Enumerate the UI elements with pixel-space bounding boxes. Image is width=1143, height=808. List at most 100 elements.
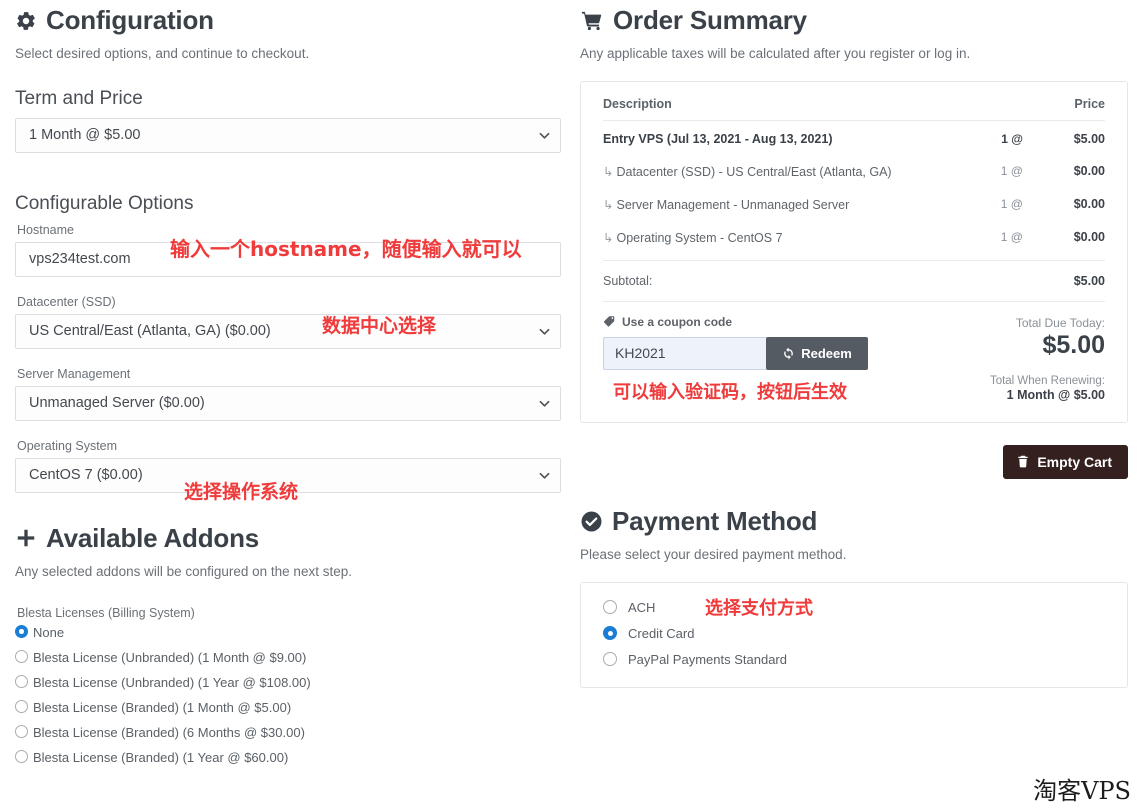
item-qty: 1 @ <box>1001 131 1023 146</box>
item-price: $0.00 <box>1073 196 1105 211</box>
redeem-button-label: Redeem <box>801 345 852 361</box>
table-row: ↳ Datacenter (SSD) - US Central/East (Atl… <box>603 155 1105 188</box>
subtotal-row: Subtotal: $5.00 <box>603 259 1105 301</box>
addon-option-label: Blesta License (Branded) (6 Months @ $30… <box>33 724 305 740</box>
trash-icon <box>1018 456 1028 468</box>
configuration-title: Configuration <box>46 5 214 35</box>
item-description-text: Operating System - CentOS 7 <box>616 230 783 245</box>
payment-option-label: PayPal Payments Standard <box>628 651 787 667</box>
plus-icon <box>15 527 37 549</box>
configuration-column: Configuration Select desired options, an… <box>15 0 561 775</box>
term-and-price-value: 1 Month @ $5.00 <box>15 117 561 153</box>
coupon-left: Use a coupon code KH2021 Redeem <box>603 315 903 402</box>
datacenter-value: US Central/East (Atlanta, GA) ($0.00) <box>15 313 561 349</box>
refresh-icon <box>784 347 794 360</box>
addon-option[interactable]: Blesta License (Branded) (6 Months @ $30… <box>15 724 561 740</box>
item-price: $5.00 <box>1073 131 1105 146</box>
item-description: ↳ Operating System - CentOS 7 <box>603 221 981 254</box>
server-management-label: Server Management <box>17 366 131 381</box>
payment-option-label: ACH <box>628 599 656 615</box>
tag-icon <box>603 315 616 328</box>
table-row: ↳ Server Management - Unmanaged Server 1 … <box>603 188 1105 221</box>
totals-block: Total Due Today: $5.00 Total When Renewi… <box>990 315 1105 402</box>
addon-option-label: Blesta License (Unbranded) (1 Year @ $10… <box>33 674 311 690</box>
payment-option-credit-card[interactable]: Credit Card <box>603 626 1105 641</box>
empty-cart-button[interactable]: Empty Cart <box>1003 444 1128 479</box>
total-when-renewing-value: 1 Month @ $5.00 <box>1006 387 1105 402</box>
server-management-select[interactable]: Unmanaged Server ($0.00) <box>15 385 561 421</box>
payment-option-paypal[interactable]: PayPal Payments Standard <box>603 652 1105 667</box>
column-header-qty <box>981 81 1035 121</box>
radio-icon[interactable] <box>15 649 28 663</box>
addon-option[interactable]: Blesta License (Unbranded) (1 Year @ $10… <box>15 674 561 690</box>
operating-system-select[interactable]: CentOS 7 ($0.00) <box>15 457 561 493</box>
sub-item-arrow-icon: ↳ <box>603 230 614 245</box>
order-configuration-page: Configuration Select desired options, an… <box>0 0 1143 808</box>
addon-option[interactable]: None <box>15 624 561 640</box>
radio-icon[interactable] <box>603 652 617 667</box>
radio-icon[interactable] <box>603 600 617 615</box>
item-description: Entry VPS (Jul 13, 2021 - Aug 13, 2021) <box>603 131 833 146</box>
empty-cart-label: Empty Cart <box>1037 453 1112 470</box>
radio-icon[interactable] <box>15 699 28 713</box>
addon-option-label: Blesta License (Unbranded) (1 Month @ $9… <box>33 649 307 665</box>
column-header-price: Price <box>1035 81 1105 121</box>
watermark: 淘客VPS <box>1033 777 1131 805</box>
gear-icon <box>15 10 37 32</box>
empty-cart-row: Empty Cart <box>580 444 1128 479</box>
available-addons-heading: Available Addons <box>15 518 561 554</box>
configuration-heading: Configuration <box>15 0 561 36</box>
payment-method-title: Payment Method <box>612 505 818 536</box>
configurable-options-heading: Configurable Options <box>15 192 194 214</box>
item-qty: 1 @ <box>1000 196 1023 211</box>
addon-option[interactable]: Blesta License (Unbranded) (1 Month @ $9… <box>15 649 561 665</box>
item-description-text: Server Management - Unmanaged Server <box>616 197 850 212</box>
available-addons-title: Available Addons <box>46 522 260 553</box>
payment-method-heading: Payment Method <box>580 501 1128 537</box>
addon-option-label: None <box>33 624 65 640</box>
operating-system-label: Operating System <box>17 438 118 453</box>
operating-system-value: CentOS 7 ($0.00) <box>15 457 561 493</box>
radio-icon[interactable] <box>15 749 28 763</box>
datacenter-label: Datacenter (SSD) <box>17 294 116 309</box>
radio-icon[interactable] <box>15 724 28 738</box>
addon-option[interactable]: Blesta License (Branded) (1 Month @ $5.0… <box>15 699 561 715</box>
coupon-block: Use a coupon code KH2021 Redeem Total Du <box>603 300 1105 422</box>
order-summary-card: Description Price Entry VPS (Jul 13, 202… <box>580 80 1128 423</box>
coupon-input[interactable]: KH2021 <box>603 336 766 370</box>
item-description-text: Datacenter (SSD) - US Central/East (Atla… <box>616 164 892 179</box>
available-addons-subtitle: Any selected addons will be configured o… <box>15 563 352 579</box>
hostname-input[interactable]: vps234test.com <box>15 241 561 277</box>
addon-option[interactable]: Blesta License (Branded) (1 Year @ $60.0… <box>15 749 561 765</box>
item-qty: 1 @ <box>1000 163 1023 178</box>
sub-item-arrow-icon: ↳ <box>603 197 614 212</box>
term-and-price-select[interactable]: 1 Month @ $5.00 <box>15 117 561 153</box>
radio-icon[interactable] <box>15 624 28 638</box>
datacenter-select[interactable]: US Central/East (Atlanta, GA) ($0.00) <box>15 313 561 349</box>
column-header-description: Description <box>603 81 981 121</box>
item-description: ↳ Server Management - Unmanaged Server <box>603 188 981 221</box>
payment-option-ach[interactable]: ACH <box>603 600 1105 615</box>
order-summary-title: Order Summary <box>613 5 807 35</box>
radio-icon[interactable] <box>603 626 617 641</box>
radio-icon[interactable] <box>15 674 28 688</box>
subtotal-value: $5.00 <box>1073 273 1105 288</box>
cart-icon <box>580 10 604 32</box>
order-summary-column: Order Summary Any applicable taxes will … <box>580 0 1128 688</box>
coupon-title: Use a coupon code <box>603 315 903 329</box>
order-summary-heading: Order Summary <box>580 0 1128 36</box>
total-when-renewing-label: Total When Renewing: <box>989 374 1105 387</box>
item-price: $0.00 <box>1073 163 1105 178</box>
server-management-value: Unmanaged Server ($0.00) <box>15 385 561 421</box>
addon-option-label: Blesta License (Branded) (1 Month @ $5.0… <box>33 699 292 715</box>
order-items-table: Description Price Entry VPS (Jul 13, 202… <box>603 81 1105 254</box>
redeem-button[interactable]: Redeem <box>766 336 868 370</box>
item-qty: 1 @ <box>1000 229 1023 244</box>
payment-option-label: Credit Card <box>628 625 695 641</box>
blesta-licenses-group-label: Blesta Licenses (Billing System) <box>17 605 195 620</box>
sub-item-arrow-icon: ↳ <box>603 164 614 179</box>
